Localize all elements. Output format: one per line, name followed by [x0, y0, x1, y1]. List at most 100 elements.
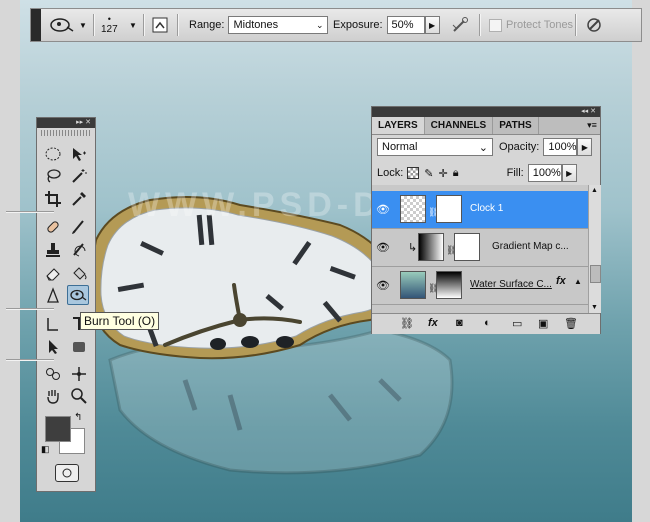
elliptical-marquee-tool-icon[interactable]	[42, 144, 64, 164]
fill-slider-button[interactable]: ▶	[561, 164, 577, 182]
airbrush-icon[interactable]	[449, 14, 471, 36]
fill-input[interactable]: 100%	[527, 164, 562, 182]
options-bar-grip[interactable]	[31, 9, 41, 41]
spot-healing-brush-tool-icon[interactable]	[42, 217, 64, 237]
fill-label: Fill:	[506, 167, 524, 179]
new-group-icon[interactable]: ▭	[512, 317, 526, 331]
new-adjustment-layer-icon[interactable]: ◐	[484, 317, 498, 331]
layer-row-gradient-map[interactable]: 👁︎ ↳ ⛓︎ Gradient Map c...	[372, 229, 588, 267]
quick-mask-button[interactable]	[55, 464, 79, 482]
lock-label: Lock:	[377, 167, 404, 179]
3d-orbit-tool-icon[interactable]	[68, 364, 90, 384]
new-layer-icon[interactable]: ▣	[538, 317, 552, 331]
layer-mask-thumbnail	[454, 233, 480, 261]
magic-wand-tool-icon[interactable]	[68, 166, 90, 186]
tool-preset-picker[interactable]: ▼	[47, 9, 87, 41]
lock-all-icon[interactable]: 🔒︎	[453, 167, 459, 180]
range-value: Midtones	[233, 19, 279, 31]
3d-rotate-tool-icon[interactable]	[42, 364, 64, 384]
quick-mask-icon	[62, 468, 72, 478]
add-mask-icon[interactable]: ◙	[456, 317, 470, 331]
tools-panel-collapse[interactable]: ▸▸ ✕	[37, 118, 95, 128]
layer-row-water-surface[interactable]: 👁︎ ⛓︎ Water Surface C... fx ▲	[372, 267, 588, 305]
blend-mode-select[interactable]: Normal ⌄	[377, 138, 493, 156]
crop-tool-icon[interactable]	[42, 189, 64, 209]
clone-stamp-tool-icon[interactable]	[42, 240, 64, 260]
layers-panel: ◂◂ ✕ LAYERS CHANNELS PATHS ▾≡ Normal ⌄ O…	[371, 106, 601, 334]
move-tool-icon[interactable]	[68, 144, 90, 164]
hand-tool-icon[interactable]	[42, 386, 64, 406]
layers-scrollbar[interactable]: ▲ ▼	[588, 185, 601, 313]
range-select[interactable]: Midtones ⌄	[228, 16, 329, 34]
exposure-input[interactable]: 50%	[386, 16, 425, 34]
brush-tool-icon[interactable]	[68, 217, 90, 237]
panel-tabs: LAYERS CHANNELS PATHS ▾≡	[372, 117, 600, 135]
lock-image-icon[interactable]: ✎	[424, 167, 433, 180]
exposure-value: 50%	[391, 19, 414, 31]
fill-value: 100%	[532, 167, 561, 179]
layer-mask-thumbnail	[436, 195, 462, 223]
chevron-up-icon[interactable]: ▲	[574, 277, 582, 286]
visibility-eye-icon[interactable]: 👁︎	[374, 239, 392, 255]
lasso-tool-icon[interactable]	[42, 166, 64, 186]
lock-position-icon[interactable]: ✛	[439, 167, 448, 180]
paint-bucket-tool-icon[interactable]	[68, 263, 90, 283]
lock-transparent-icon[interactable]	[407, 167, 420, 179]
brush-picker[interactable]: • 127	[101, 9, 118, 41]
eraser-tool-icon[interactable]	[42, 263, 64, 283]
rectangle-tool-icon[interactable]	[68, 337, 90, 357]
swap-colors-icon[interactable]: ↰	[74, 412, 82, 423]
brush-dot-icon: •	[107, 14, 111, 24]
separator	[575, 14, 577, 36]
checkbox	[489, 18, 502, 32]
clipping-arrow-icon: ↳	[408, 242, 418, 254]
burn-tool-icon	[50, 18, 74, 32]
brush-size-label: 127	[101, 24, 118, 35]
range-label: Range:	[189, 19, 225, 31]
opacity-slider-button[interactable]: ▶	[577, 138, 593, 156]
foreground-color-swatch-top[interactable]	[45, 416, 71, 442]
opacity-label: Opacity:	[499, 141, 540, 153]
path-selection-tool-icon[interactable]	[42, 337, 64, 357]
layers-panel-collapse[interactable]: ◂◂ ✕	[372, 107, 600, 117]
tab-paths[interactable]: PATHS	[493, 117, 539, 134]
panel-menu-icon[interactable]: ▾≡	[584, 117, 600, 134]
blur-tool-icon[interactable]	[42, 286, 64, 306]
chevron-down-icon[interactable]: ▼	[129, 21, 137, 30]
visibility-eye-icon[interactable]: 👁︎	[374, 201, 392, 217]
burn-tool-button[interactable]	[67, 285, 89, 305]
history-brush-tool-icon[interactable]	[68, 240, 90, 260]
protect-tones-label: Protect Tones	[506, 19, 574, 31]
layer-name: Clock 1	[470, 203, 504, 214]
layer-name: Gradient Map c...	[492, 241, 569, 252]
separator	[479, 14, 481, 36]
exposure-slider-button[interactable]: ▶	[424, 16, 440, 34]
layer-row-clock-1[interactable]: 👁︎ ⛓︎ Clock 1	[372, 191, 588, 229]
default-colors-icon[interactable]: ◧	[41, 444, 50, 455]
tools-separator	[6, 359, 54, 361]
layer-name: Water Surface C...	[470, 279, 552, 290]
chevron-down-icon: ⌄	[315, 19, 324, 30]
zoom-tool-icon[interactable]	[68, 386, 90, 406]
layers-panel-footer: ⛓︎ fx ◙ ◐ ▭ ▣ 🗑︎	[372, 313, 600, 334]
link-layers-icon[interactable]: ⛓︎	[400, 317, 414, 331]
brush-panel-toggle-icon[interactable]	[149, 14, 171, 36]
add-layer-style-icon[interactable]: fx	[428, 317, 442, 331]
scrollbar-thumb[interactable]	[590, 265, 601, 283]
layer-effects-icon[interactable]: fx	[556, 275, 566, 287]
tab-layers[interactable]: LAYERS	[372, 117, 425, 134]
opacity-input[interactable]: 100%	[543, 138, 578, 156]
scroll-down-icon[interactable]: ▼	[591, 304, 598, 311]
eyedropper-tool-icon[interactable]	[68, 189, 90, 209]
scroll-up-icon[interactable]: ▲	[591, 187, 598, 194]
layer-thumbnail	[400, 195, 426, 223]
tab-channels[interactable]: CHANNELS	[425, 117, 494, 134]
adjustment-thumbnail	[418, 233, 444, 261]
pen-tool-icon[interactable]	[42, 314, 64, 334]
tool-tooltip: Burn Tool (O)	[80, 312, 160, 330]
pressure-size-icon[interactable]	[583, 14, 605, 36]
tools-panel-grip[interactable]	[41, 130, 91, 136]
protect-tones-checkbox[interactable]: Protect Tones	[489, 9, 573, 41]
delete-layer-icon[interactable]: 🗑︎	[564, 317, 578, 331]
visibility-eye-icon[interactable]: 👁︎	[374, 277, 392, 293]
